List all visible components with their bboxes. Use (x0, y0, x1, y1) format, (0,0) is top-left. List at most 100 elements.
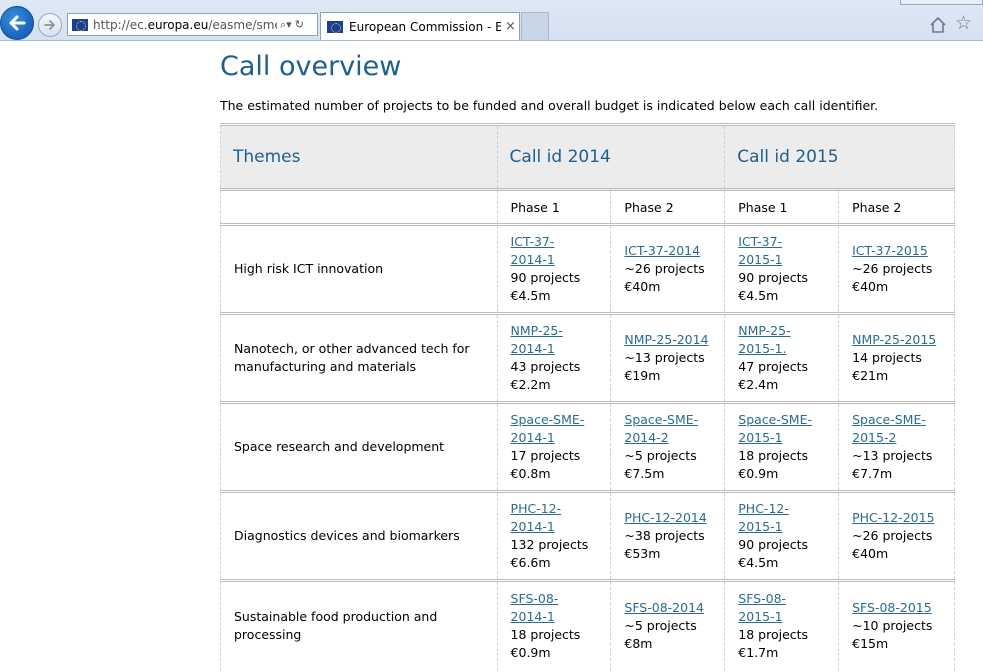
call-cell: PHC-12-2015 ~26 projects €40m (838, 491, 955, 581)
phase-header: Phase 2 (838, 189, 955, 225)
call-cell: NMP-25- 2015-1. 47 projects €2.4m (724, 313, 840, 403)
call-id-link[interactable]: PHC-12- 2014-1 (511, 501, 562, 534)
phase-header: Phase 1 (724, 189, 840, 225)
refresh-icon[interactable]: ↻ (295, 18, 304, 31)
call-id-text[interactable]: NMP-25-2015 (852, 332, 936, 347)
table-row: Nanotech, or other advanced tech for manu… (220, 313, 955, 403)
call-cell: NMP-25- 2014-1 43 projects €2.2m (496, 313, 612, 403)
budget-value: €2.2m (510, 377, 551, 392)
budget-value: €1.7m (738, 645, 779, 661)
theme-cell: High risk ICT innovation (220, 224, 498, 314)
call-id-link[interactable]: NMP-25- 2014-1 (511, 323, 563, 356)
call-id-link[interactable]: PHC-12- 2015-1 (738, 501, 789, 534)
call-id-text[interactable]: ICT-37- (738, 234, 782, 249)
budget-value: €6.6m (510, 555, 551, 570)
call-id-text[interactable]: ICT-37-2014 (624, 243, 700, 258)
page-title: Call overview (220, 51, 402, 82)
call-id-link[interactable]: PHC-12-2014 (624, 510, 706, 525)
phase-header-row: Phase 1 Phase 2 Phase 1 Phase 2 (220, 189, 955, 225)
call-id-text[interactable]: Space-SME- (852, 412, 926, 427)
call-cell: ICT-37- 2015-1 90 projects €4.5m (724, 224, 840, 314)
call-id-text[interactable]: 2015-1 (738, 252, 782, 267)
call-id-text[interactable]: NMP-25- (738, 323, 790, 338)
call-cell: Space-SME- 2015-2 ~13 projects €7.7m (838, 402, 955, 492)
call-cell: ICT-37-2015 ~26 projects €40m (838, 224, 955, 314)
budget-value: €4.5m (738, 555, 779, 570)
call-id-link[interactable]: SFS-08- 2014-1 (511, 591, 559, 624)
call-id-link[interactable]: Space-SME- 2014-2 (624, 412, 698, 445)
call-id-link[interactable]: Space-SME- 2015-2 (852, 412, 926, 445)
call-id-text[interactable]: 2015-1. (738, 341, 786, 356)
call-id-link[interactable]: ICT-37- 2015-1 (738, 234, 782, 267)
theme-cell: Sustainable food production and processin… (220, 580, 498, 671)
call-id-text[interactable]: PHC-12- (511, 501, 562, 516)
call-id-text[interactable]: PHC-12-2014 (624, 510, 706, 525)
theme-label: Nanotech, or other advanced tech for (234, 341, 470, 356)
call-id-text[interactable]: ICT-37- (511, 234, 555, 249)
call-id-text[interactable]: SFS-08-2015 (852, 600, 932, 615)
call-id-text[interactable]: 2014-2 (624, 430, 668, 445)
eu-flag-icon (327, 20, 343, 33)
theme-label: processing (234, 627, 302, 643)
budget-value: €2.4m (738, 377, 779, 392)
call-overview-table: Themes Call id 2014 Call id 2015 Phase 1… (220, 123, 955, 671)
call-id-text[interactable]: Space-SME- (511, 412, 585, 427)
close-tab-icon[interactable]: × (505, 19, 516, 34)
call-id-link[interactable]: SFS-08- 2015-1 (738, 591, 786, 624)
call-id-text[interactable]: 2015-1 (738, 430, 782, 445)
call-id-text[interactable]: 2015-1 (738, 519, 782, 534)
call-id-link[interactable]: SFS-08-2015 (852, 600, 932, 615)
call-id-text[interactable]: ICT-37-2015 (852, 243, 928, 258)
eu-flag-icon (72, 18, 88, 31)
call-id-link[interactable]: NMP-25-2014 (624, 332, 708, 347)
forward-button[interactable] (38, 13, 62, 37)
home-icon[interactable] (929, 16, 947, 34)
call-id-text[interactable]: PHC-12- (738, 501, 789, 516)
themes-header: Themes (220, 124, 498, 190)
new-tab-button[interactable] (521, 12, 549, 40)
call-id-link[interactable]: NMP-25- 2015-1. (738, 323, 790, 356)
call-id-text[interactable]: 2014-1 (511, 430, 555, 445)
table-row: Diagnostics devices and biomarkers PHC-12… (220, 491, 955, 581)
project-count: 14 projects (852, 350, 922, 365)
call-id-text[interactable]: NMP-25- (511, 323, 563, 338)
call-id-text[interactable]: 2014-1 (511, 609, 555, 624)
call-id-text[interactable]: NMP-25-2014 (624, 332, 708, 347)
call-id-text[interactable]: 2014-1 (511, 519, 555, 534)
call-id-text[interactable]: SFS-08- (738, 591, 786, 606)
star-icon[interactable]: ☆ (955, 14, 972, 33)
address-bar[interactable]: http://ec.europa.eu/easme/sme ⌕▾ ↻ (67, 13, 318, 36)
call-id-link[interactable]: NMP-25-2015 (852, 332, 936, 347)
call-id-text[interactable]: PHC-12-2015 (852, 510, 934, 525)
call-id-text[interactable]: SFS-08-2014 (624, 600, 704, 615)
call-id-text[interactable]: 2015-1 (738, 609, 782, 624)
call-id-text[interactable]: Space-SME- (738, 412, 812, 427)
call-id-link[interactable]: SFS-08-2014 (624, 600, 704, 615)
table-row: Sustainable food production and processin… (220, 580, 955, 671)
project-count: ~38 projects (624, 528, 705, 543)
search-dropdown-icon[interactable]: ⌕▾ (280, 18, 292, 32)
url-text[interactable]: http://ec.europa.eu/easme/sme (93, 18, 277, 32)
call-id-text[interactable]: SFS-08- (511, 591, 559, 606)
budget-value: €4.5m (738, 288, 779, 303)
empty-header-cell (220, 189, 498, 225)
theme-label: Diagnostics devices and biomarkers (234, 528, 460, 543)
call-id-link[interactable]: ICT-37-2015 (852, 243, 928, 258)
call-cell: ICT-37- 2014-1 90 projects €4.5m (496, 224, 612, 314)
call-id-text[interactable]: 2015-2 (852, 430, 896, 445)
browser-tab[interactable]: European Commission - Ex... × (320, 12, 520, 40)
call-id-link[interactable]: ICT-37- 2014-1 (511, 234, 555, 267)
call-id-text[interactable]: Space-SME- (624, 412, 698, 427)
call-id-link[interactable]: Space-SME- 2014-1 (511, 412, 585, 445)
budget-value: €0.9m (510, 645, 551, 661)
call-id-link[interactable]: ICT-37-2014 (624, 243, 700, 258)
back-button[interactable] (0, 6, 34, 40)
call-cell: NMP-25-2014 ~13 projects €19m (610, 313, 726, 403)
call-2014-header: Call id 2014 (496, 124, 726, 190)
call-id-link[interactable]: Space-SME- 2015-1 (738, 412, 812, 445)
call-id-text[interactable]: 2014-1 (511, 252, 555, 267)
budget-value: €40m (852, 279, 889, 294)
call-id-text[interactable]: 2014-1 (511, 341, 555, 356)
call-id-link[interactable]: PHC-12-2015 (852, 510, 934, 525)
call-cell: PHC-12- 2015-1 90 projects €4.5m (724, 491, 840, 581)
